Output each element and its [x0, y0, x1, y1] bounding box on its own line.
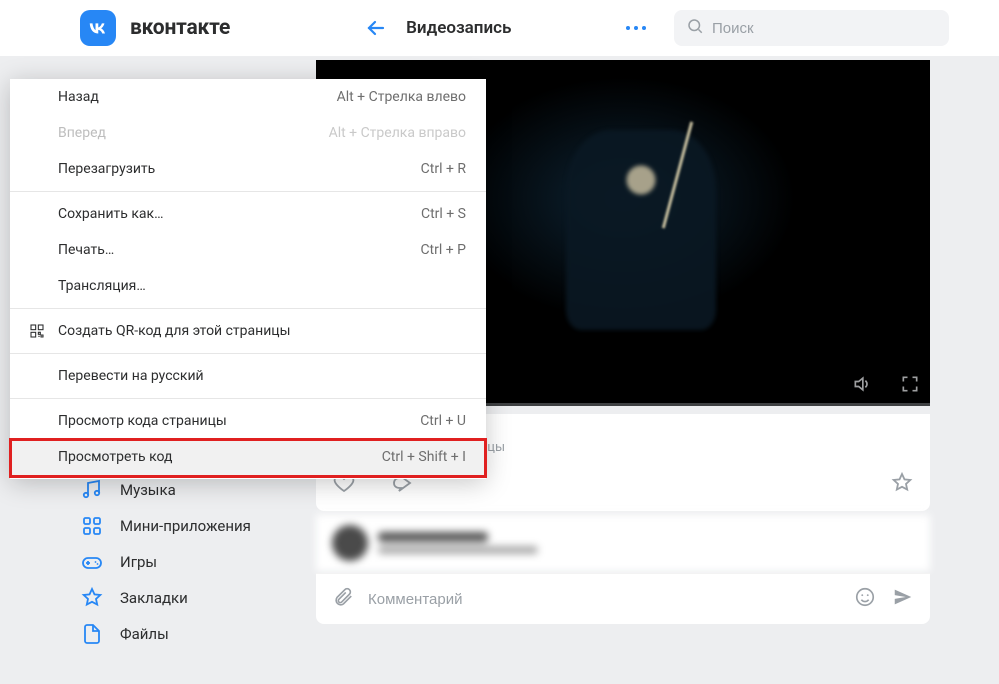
emoji-icon[interactable]: [854, 586, 876, 612]
cm-cast[interactable]: Трансляция…: [10, 268, 486, 304]
cm-shortcut: Ctrl + P: [420, 242, 466, 258]
cm-shortcut: Ctrl + R: [421, 161, 466, 177]
cm-shortcut: Alt + Стрелка вправо: [329, 125, 466, 141]
cm-label: Просмотреть код: [58, 449, 173, 465]
cm-separator: [10, 308, 486, 309]
search-input[interactable]: [712, 20, 937, 37]
cm-save-as[interactable]: Сохранить как… Ctrl + S: [10, 196, 486, 232]
comment-input[interactable]: [368, 591, 840, 608]
sidebar-item-label: Файлы: [120, 625, 169, 643]
sidebar-item-label: Мини-приложения: [120, 517, 251, 535]
page-title: Видеозапись: [406, 18, 511, 38]
gamepad-icon: [80, 550, 104, 574]
cm-label: Печать…: [58, 242, 114, 258]
cm-label: Перезагрузить: [58, 161, 155, 177]
cm-print[interactable]: Печать… Ctrl + P: [10, 232, 486, 268]
sidebar-item-label: Закладки: [120, 589, 188, 607]
attach-icon[interactable]: [332, 586, 354, 612]
cm-label: Трансляция…: [58, 278, 146, 294]
search-icon: [686, 17, 704, 39]
back-button[interactable]: [364, 16, 388, 40]
cm-shortcut: Alt + Стрелка влево: [337, 89, 466, 105]
sidebar-item-bookmarks[interactable]: Закладки: [80, 580, 280, 616]
cm-label: Вперед: [58, 125, 106, 141]
sidebar-item-games[interactable]: Игры: [80, 544, 280, 580]
volume-icon[interactable]: [852, 374, 872, 398]
sidebar-item-label: Игры: [120, 553, 157, 571]
vk-logo-icon[interactable]: [80, 10, 116, 46]
comment-author-row: [316, 514, 930, 571]
app-header: вконтакте Видеозапись: [0, 0, 999, 56]
cm-inspect[interactable]: Просмотреть код Ctrl + Shift + I: [10, 439, 486, 477]
more-options-icon[interactable]: [618, 18, 654, 38]
cm-label: Перевести на русский: [58, 368, 204, 384]
cm-shortcut: Ctrl + S: [421, 206, 466, 222]
sidebar-item-label: Музыка: [120, 481, 176, 499]
brand-wordmark[interactable]: вконтакте: [130, 16, 230, 40]
cm-separator: [10, 191, 486, 192]
cm-translate[interactable]: Перевести на русский: [10, 358, 486, 394]
cm-label: Создать QR-код для этой страницы: [58, 323, 290, 339]
qr-icon: [28, 322, 46, 340]
cm-label: Назад: [58, 89, 99, 105]
cm-create-qr[interactable]: Создать QR-код для этой страницы: [10, 313, 486, 349]
cm-forward: Вперед Alt + Стрелка вправо: [10, 115, 486, 151]
video-controls: [852, 374, 920, 398]
search-field[interactable]: [674, 10, 949, 46]
favorite-star-icon[interactable]: [890, 471, 914, 499]
fullscreen-icon[interactable]: [900, 374, 920, 398]
bookmark-icon: [80, 586, 104, 610]
cm-view-source[interactable]: Просмотр кода страницы Ctrl + U: [10, 403, 486, 439]
cm-shortcut: Ctrl + U: [420, 413, 466, 429]
cm-shortcut: Ctrl + Shift + I: [382, 449, 466, 465]
music-icon: [80, 478, 104, 502]
cm-label: Просмотр кода страницы: [58, 413, 227, 429]
send-icon[interactable]: [892, 586, 914, 612]
avatar[interactable]: [332, 525, 368, 561]
miniapps-icon: [80, 514, 104, 538]
cm-separator: [10, 353, 486, 354]
sidebar-item-files[interactable]: Файлы: [80, 616, 280, 652]
comment-composer: [316, 573, 930, 624]
file-icon: [80, 622, 104, 646]
cm-label: Сохранить как…: [58, 206, 163, 222]
cm-back[interactable]: Назад Alt + Стрелка влево: [10, 79, 486, 115]
cm-reload[interactable]: Перезагрузить Ctrl + R: [10, 151, 486, 187]
sidebar-item-miniapps[interactable]: Мини-приложения: [80, 508, 280, 544]
cm-separator: [10, 398, 486, 399]
browser-context-menu: Назад Alt + Стрелка влево Вперед Alt + С…: [10, 79, 486, 479]
